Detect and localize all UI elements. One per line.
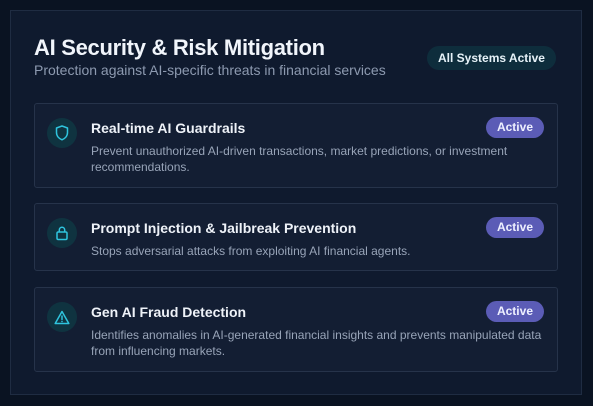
card-genai-fraud-detection[interactable]: Gen AI Fraud Detection Active Identifies… [34, 287, 558, 372]
status-badge: Active [485, 217, 544, 238]
ai-security-panel: AI Security & Risk Mitigation Protection… [10, 10, 582, 395]
card-realtime-guardrails[interactable]: Real-time AI Guardrails Active Prevent u… [34, 103, 558, 188]
status-badge: Active [485, 117, 544, 138]
card-title: Prompt Injection & Jailbreak Prevention [91, 220, 357, 236]
card-description: Stops adversarial attacks from exploitin… [91, 244, 411, 258]
page-title: AI Security & Risk Mitigation [34, 35, 325, 60]
card-title: Gen AI Fraud Detection [91, 304, 247, 320]
all-systems-status-badge: All Systems Active [427, 46, 556, 70]
shield-icon [47, 118, 77, 148]
lock-icon [47, 218, 77, 248]
card-description: Identifies anomalies in AI-generated fin… [91, 328, 542, 358]
card-prompt-injection[interactable]: Prompt Injection & Jailbreak Prevention … [34, 203, 558, 271]
page-subtitle: Protection against AI-specific threats i… [34, 62, 386, 78]
card-description: Prevent unauthorized AI-driven transacti… [91, 144, 508, 174]
status-badge: Active [485, 301, 544, 322]
card-title: Real-time AI Guardrails [91, 120, 246, 136]
warning-icon [47, 302, 77, 332]
